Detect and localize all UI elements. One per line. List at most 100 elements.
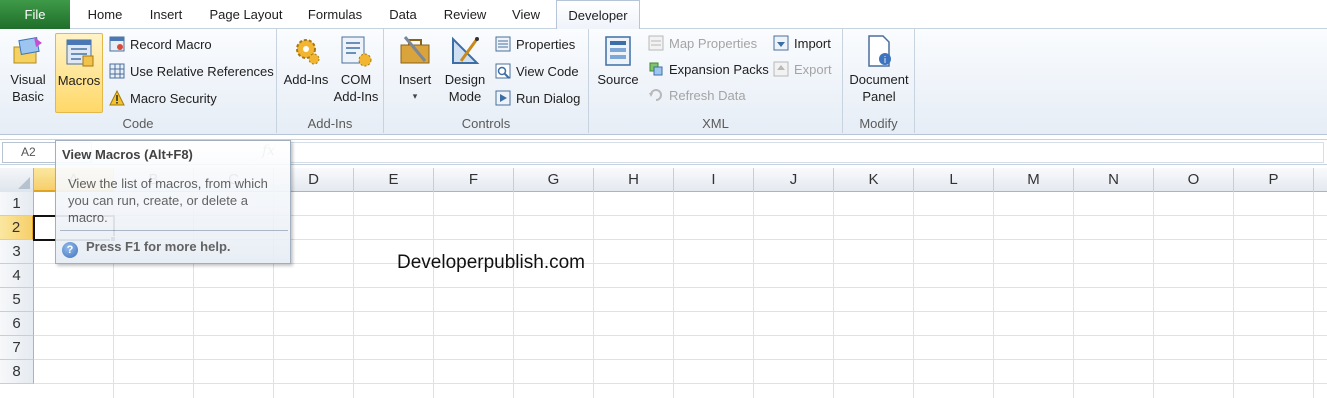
column-header-p[interactable]: P — [1234, 168, 1314, 192]
column-header-i[interactable]: I — [674, 168, 754, 192]
ribbon: Visual Basic Macros Record Macro Use Rel… — [0, 29, 1327, 135]
expansion-packs-button[interactable]: Expansion Packs — [648, 59, 769, 81]
tab-formulas[interactable]: Formulas — [298, 0, 372, 29]
ribbon-tab-bar: File Home Insert Page Layout Formulas Da… — [0, 0, 1327, 30]
tab-insert[interactable]: Insert — [138, 0, 194, 29]
tooltip-body: View the list of macros, from which you … — [68, 176, 268, 225]
relative-references-icon — [109, 63, 125, 79]
chevron-down-icon: ▾ — [412, 91, 418, 101]
warning-icon — [109, 90, 125, 106]
design-mode-label: Design Mode — [444, 72, 486, 104]
insert-control-button[interactable]: Insert ▾ — [392, 33, 438, 115]
tab-view[interactable]: View — [502, 0, 550, 29]
macros-label: Macros — [57, 73, 101, 88]
refresh-data-button: Refresh Data — [648, 85, 746, 107]
row-header-4[interactable]: 4 — [0, 264, 34, 288]
row-header-3[interactable]: 3 — [0, 240, 34, 264]
source-label: Source — [597, 72, 639, 87]
column-header-h[interactable]: H — [594, 168, 674, 192]
insert-control-label: Insert — [398, 72, 432, 87]
run-dialog-label: Run Dialog — [516, 91, 581, 106]
expansion-packs-label: Expansion Packs — [669, 62, 769, 77]
column-header-n[interactable]: N — [1074, 168, 1154, 192]
com-add-ins-button[interactable]: COM Add-Ins — [333, 33, 379, 111]
tab-data[interactable]: Data — [378, 0, 428, 29]
group-xml: Source Map Properties Expansion Packs Re… — [589, 29, 843, 133]
design-mode-icon — [452, 36, 480, 64]
com-add-ins-icon — [341, 36, 372, 67]
record-macro-label: Record Macro — [130, 37, 212, 52]
visual-basic-button[interactable]: Visual Basic — [4, 33, 52, 111]
expansion-packs-icon — [649, 62, 663, 76]
toolbox-icon — [400, 36, 430, 64]
tab-page-layout[interactable]: Page Layout — [200, 0, 292, 29]
macro-security-label: Macro Security — [130, 91, 217, 106]
refresh-data-label: Refresh Data — [669, 88, 746, 103]
run-dialog-button[interactable]: Run Dialog — [495, 88, 580, 110]
view-code-label: View Code — [516, 64, 579, 79]
group-modify: i Document Panel Modify — [843, 29, 915, 133]
macro-security-button[interactable]: Macro Security — [109, 88, 217, 110]
gear-icon — [296, 39, 320, 65]
document-panel-label: Document Panel — [849, 72, 909, 104]
group-label-add-ins: Add-Ins — [307, 116, 353, 131]
document-panel-icon: i — [868, 35, 891, 67]
column-header-o[interactable]: O — [1154, 168, 1234, 192]
properties-button[interactable]: Properties — [495, 34, 575, 56]
add-ins-button[interactable]: Add-Ins — [282, 33, 330, 111]
view-code-button[interactable]: View Code — [495, 61, 579, 83]
group-label-modify: Modify — [859, 116, 898, 131]
group-controls: Insert ▾ Design Mode Properties View Cod… — [384, 29, 589, 133]
import-icon — [773, 35, 789, 51]
column-header-k[interactable]: K — [834, 168, 914, 192]
group-code: Visual Basic Macros Record Macro Use Rel… — [0, 29, 277, 133]
column-header-j[interactable]: J — [754, 168, 834, 192]
refresh-icon — [649, 89, 662, 101]
column-header-m[interactable]: M — [994, 168, 1074, 192]
macros-tooltip: View Macros (Alt+F8) View the list of ma… — [55, 140, 291, 264]
tab-home[interactable]: Home — [78, 0, 132, 29]
macros-icon — [66, 39, 94, 67]
group-label-code: Code — [122, 116, 154, 131]
watermark-text: Developerpublish.com — [397, 252, 585, 273]
column-header-e[interactable]: E — [354, 168, 434, 192]
import-button[interactable]: Import — [773, 33, 831, 55]
group-label-xml: XML — [702, 116, 729, 131]
design-mode-button[interactable]: Design Mode — [442, 33, 488, 111]
row-header-6[interactable]: 6 — [0, 312, 34, 336]
tooltip-help: ? Press F1 for more help. — [62, 239, 231, 258]
map-properties-button: Map Properties — [648, 33, 757, 55]
xml-source-icon — [605, 36, 631, 66]
column-header-l[interactable]: L — [914, 168, 994, 192]
macros-button[interactable]: Macros — [55, 33, 103, 113]
row-header-8[interactable]: 8 — [0, 360, 34, 384]
group-label-controls: Controls — [461, 116, 511, 131]
export-button: Export — [773, 59, 832, 81]
record-macro-button[interactable]: Record Macro — [109, 34, 212, 56]
row-header-7[interactable]: 7 — [0, 336, 34, 360]
row-header-2[interactable]: 2 — [0, 216, 34, 240]
column-header-g[interactable]: G — [514, 168, 594, 192]
tab-developer[interactable]: Developer — [556, 0, 640, 30]
row-header-5[interactable]: 5 — [0, 288, 34, 312]
column-header-f[interactable]: F — [434, 168, 514, 192]
import-label: Import — [794, 36, 831, 51]
use-relative-references-button[interactable]: Use Relative References — [109, 61, 274, 83]
map-properties-icon — [648, 35, 664, 51]
export-label: Export — [794, 62, 832, 77]
row-header-1[interactable]: 1 — [0, 192, 34, 216]
source-button[interactable]: Source — [595, 33, 641, 111]
map-properties-label: Map Properties — [669, 36, 758, 51]
select-all-button[interactable] — [0, 168, 34, 192]
tooltip-divider — [60, 230, 288, 231]
tab-review[interactable]: Review — [434, 0, 496, 29]
export-icon — [773, 61, 789, 77]
document-panel-button[interactable]: i Document Panel — [847, 33, 911, 111]
visual-basic-label: Visual Basic — [10, 72, 46, 104]
add-ins-label: Add-Ins — [283, 72, 329, 87]
run-dialog-icon — [495, 90, 511, 106]
com-add-ins-label: COM Add-Ins — [333, 72, 379, 104]
formula-input[interactable] — [290, 142, 1324, 163]
tab-file[interactable]: File — [0, 0, 70, 29]
view-code-icon — [495, 63, 511, 79]
